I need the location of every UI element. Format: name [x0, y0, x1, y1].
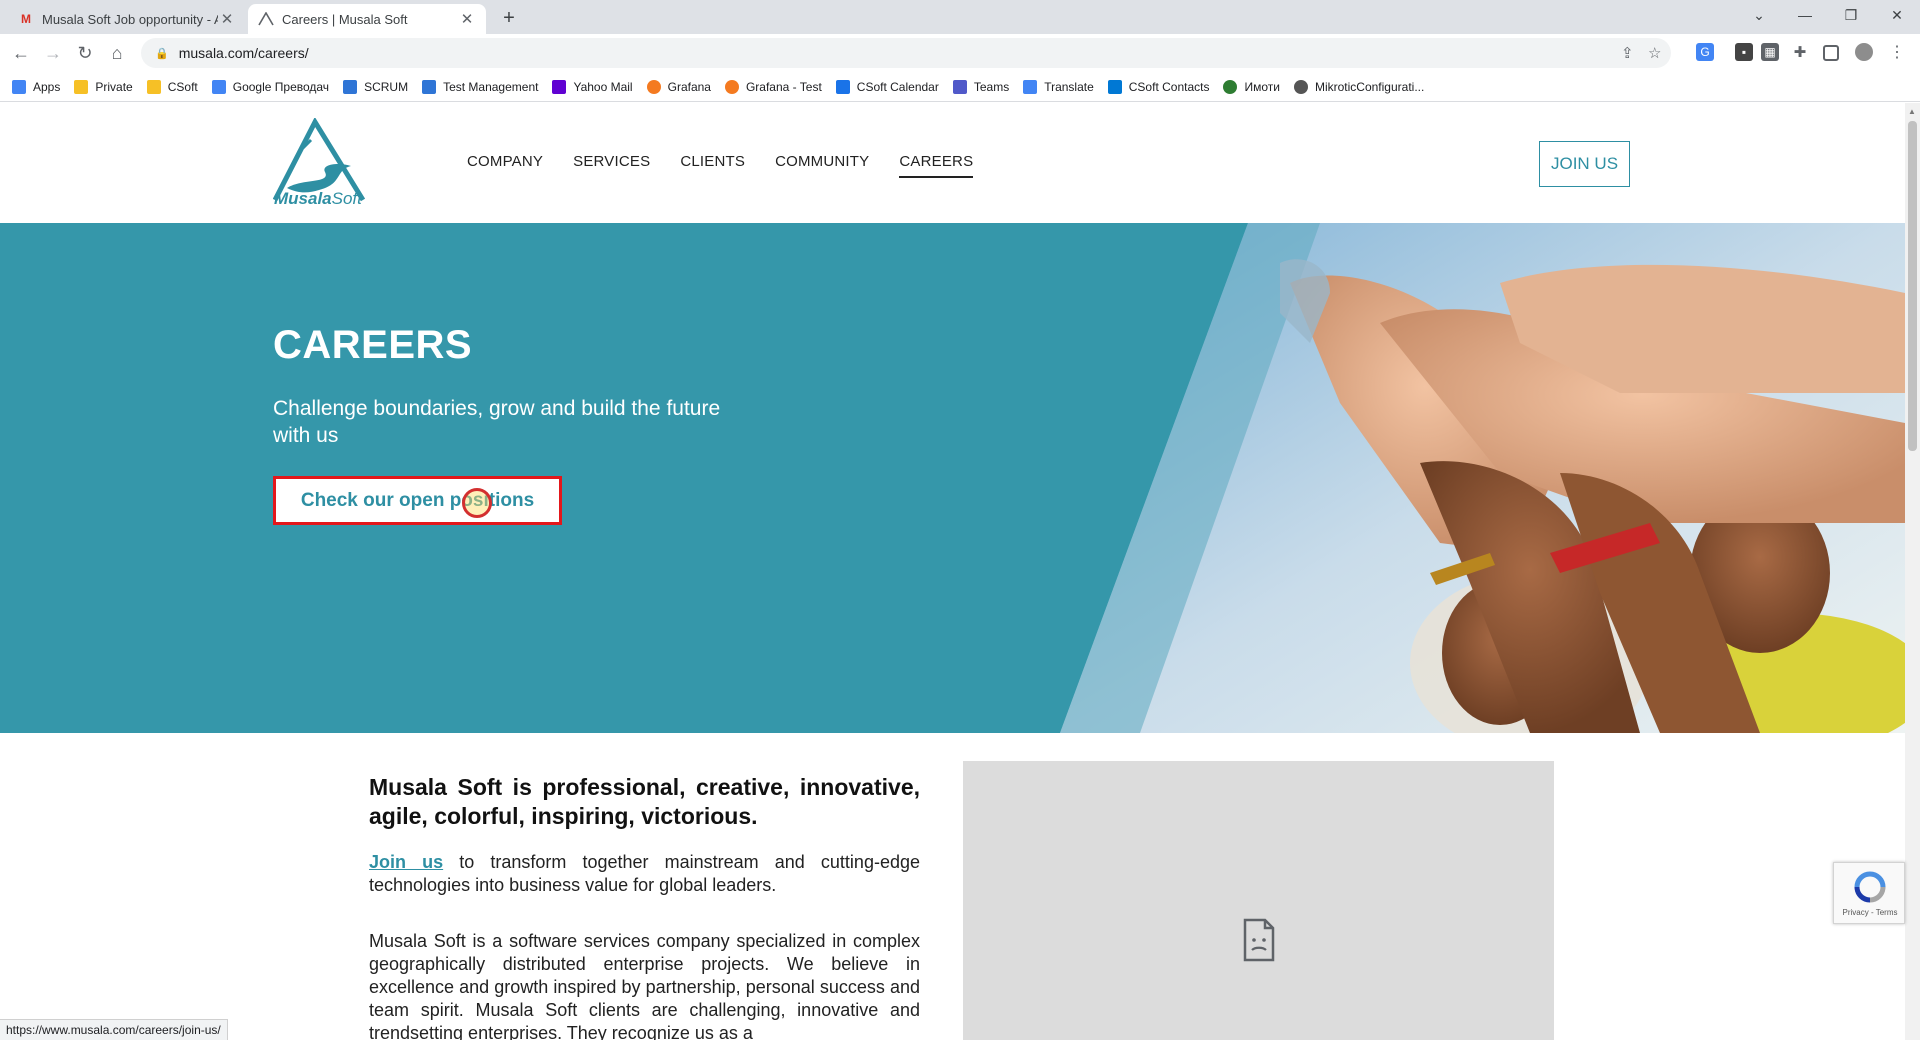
forward-icon[interactable]: → [40, 40, 66, 66]
broken-page-icon [1243, 918, 1275, 962]
bookmark-grafana-test[interactable]: Grafana - Test [724, 79, 822, 94]
extension-icon[interactable]: ▦ [1761, 43, 1779, 61]
tab-title: Musala Soft Job opportunity - Au [42, 11, 218, 27]
extensions-puzzle-icon[interactable]: ✚ [1791, 43, 1809, 61]
teams-icon [952, 79, 967, 94]
about-section: Musala Soft is professional, creative, i… [0, 733, 1905, 1040]
nav-careers[interactable]: CAREERS [899, 153, 974, 178]
bookmark-csoft-contacts[interactable]: CSoft Contacts [1107, 79, 1209, 94]
bookmark-apps[interactable]: Apps [12, 79, 60, 94]
careers-hero: CAREERS Challenge boundaries, grow and b… [0, 223, 1905, 733]
about-paragraph-1-text: to transform together mainstream and cut… [369, 852, 920, 895]
logo-text-bold: Musala [274, 189, 332, 208]
browser-toolbar: ← → ↻ ⌂ 🔒 musala.com/careers/ ⇪ ☆ G ▪ ▦ … [0, 34, 1920, 72]
page-scrollbar[interactable]: ▲ [1905, 103, 1920, 1040]
folder-icon [146, 79, 161, 94]
nav-clients[interactable]: CLIENTS [680, 153, 745, 178]
musala-icon [258, 11, 274, 27]
browser-tab-careers[interactable]: Careers | Musala Soft ✕ [248, 4, 486, 34]
about-paragraph-2: Musala Soft is a software services compa… [369, 931, 920, 1040]
url-text: musala.com/careers/ [178, 45, 309, 61]
azure-devops-icon [422, 79, 437, 94]
page-title: CAREERS [273, 323, 473, 367]
main-navigation: COMPANY SERVICES CLIENTS COMMUNITY CAREE… [467, 153, 1003, 178]
folder-icon [74, 79, 89, 94]
restore-icon[interactable]: ❐ [1828, 0, 1874, 30]
mikrotik-icon [1293, 79, 1308, 94]
back-icon[interactable]: ← [8, 40, 34, 66]
open-positions-button[interactable]: Check our open positions [273, 476, 562, 525]
recaptcha-icon [1854, 871, 1886, 903]
site-icon [1223, 79, 1238, 94]
bookmark-csoft-calendar[interactable]: CSoft Calendar [835, 79, 939, 94]
browser-tab-gmail[interactable]: M Musala Soft Job opportunity - Au ✕ [8, 4, 246, 34]
grafana-icon [646, 79, 661, 94]
scrollbar-thumb[interactable] [1908, 121, 1917, 451]
tab-search-icon[interactable]: ⌄ [1736, 0, 1782, 30]
extension-icon[interactable]: ▪ [1735, 43, 1753, 61]
side-panel-icon[interactable] [1823, 45, 1839, 61]
logo-text-light: Soft [331, 189, 362, 208]
share-icon[interactable]: ⇪ [1621, 44, 1634, 62]
close-tab-icon[interactable]: ✕ [218, 10, 236, 28]
bookmark-google-translate[interactable]: Google Преводач [211, 79, 329, 94]
mail-icon [552, 79, 567, 94]
profile-avatar-icon[interactable] [1855, 43, 1873, 61]
nav-services[interactable]: SERVICES [573, 153, 650, 178]
bookmark-folder-private[interactable]: Private [74, 79, 133, 94]
cursor-highlight-icon [462, 488, 492, 518]
bookmarks-bar: Apps Private CSoft Google Преводач SCRUM… [0, 72, 1920, 102]
bookmark-mikrotik[interactable]: MikroticConfigurati... [1293, 79, 1424, 94]
nav-company[interactable]: COMPANY [467, 153, 543, 178]
translate-extension-icon[interactable]: G [1696, 43, 1714, 61]
bookmark-imoti[interactable]: Имоти [1223, 79, 1280, 94]
bookmark-folder-csoft[interactable]: CSoft [146, 79, 198, 94]
apps-grid-icon [12, 79, 26, 94]
translate-icon [1023, 79, 1038, 94]
site-header: MusalaSoft COMPANY SERVICES CLIENTS COMM… [0, 103, 1905, 223]
about-headline: Musala Soft is professional, creative, i… [369, 774, 920, 829]
browser-tab-strip: M Musala Soft Job opportunity - Au ✕ Car… [0, 0, 1920, 34]
hero-subtitle: Challenge boundaries, grow and build the… [273, 397, 721, 447]
home-icon[interactable]: ⌂ [104, 40, 130, 66]
embedded-video-placeholder[interactable] [963, 761, 1554, 1040]
close-window-icon[interactable]: ✕ [1874, 0, 1920, 30]
bookmark-scrum[interactable]: SCRUM [343, 79, 408, 94]
recaptcha-badge[interactable]: Privacy - Terms [1833, 862, 1905, 924]
bookmark-star-icon[interactable]: ☆ [1648, 44, 1661, 62]
calendar-icon [835, 79, 850, 94]
nav-community[interactable]: COMMUNITY [775, 153, 869, 178]
bookmark-test-management[interactable]: Test Management [422, 79, 538, 94]
logo-wordmark: MusalaSoft [274, 189, 362, 209]
join-us-link[interactable]: Join us [369, 852, 443, 872]
outlook-icon [1107, 79, 1122, 94]
bookmark-grafana[interactable]: Grafana [646, 79, 711, 94]
menu-kebab-icon[interactable]: ⋮ [1888, 43, 1906, 61]
bookmark-teams[interactable]: Teams [952, 79, 1009, 94]
address-bar[interactable]: 🔒 musala.com/careers/ ⇪ ☆ [141, 38, 1671, 68]
join-us-button[interactable]: JOIN US [1539, 141, 1630, 187]
minimize-icon[interactable]: — [1782, 0, 1828, 30]
reload-icon[interactable]: ↻ [72, 40, 98, 66]
bookmark-yahoo-mail[interactable]: Yahoo Mail [552, 79, 633, 94]
translate-icon [211, 79, 226, 94]
gmail-icon: M [21, 12, 31, 26]
recaptcha-links[interactable]: Privacy - Terms [1834, 908, 1906, 917]
about-paragraph-1: Join us to transform together mainstream… [369, 851, 920, 897]
tab-title: Careers | Musala Soft [282, 11, 408, 27]
grafana-icon [724, 79, 739, 94]
azure-devops-icon [343, 79, 358, 94]
close-tab-icon[interactable]: ✕ [458, 10, 476, 28]
link-status-bar: https://www.musala.com/careers/join-us/ [0, 1019, 228, 1040]
lock-icon: 🔒 [155, 47, 169, 60]
scroll-up-icon[interactable]: ▲ [1908, 107, 1916, 116]
bookmark-translate[interactable]: Translate [1023, 79, 1094, 94]
new-tab-button[interactable]: + [495, 4, 523, 32]
web-page: MusalaSoft COMPANY SERVICES CLIENTS COMM… [0, 103, 1905, 1040]
